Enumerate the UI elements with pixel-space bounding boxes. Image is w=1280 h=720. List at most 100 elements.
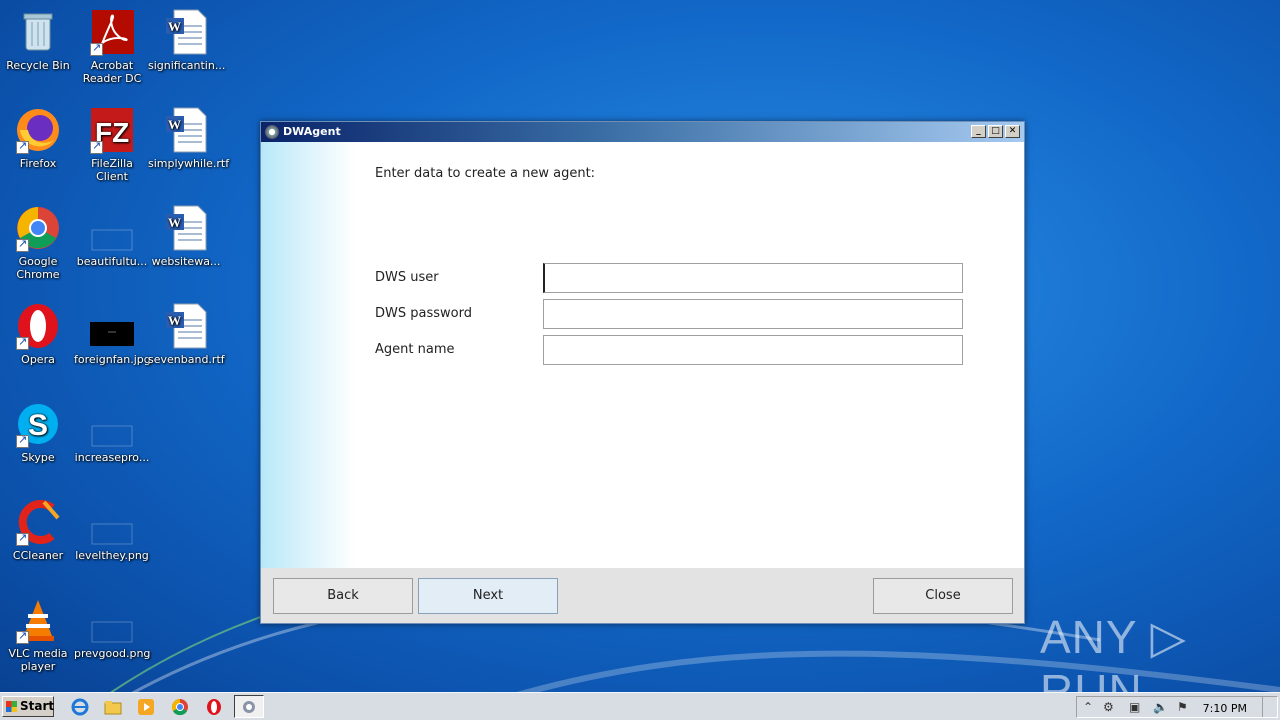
action-center-flag-icon[interactable]: ⚑ [1177,700,1188,714]
chrome-icon [14,204,62,252]
desktop-icon-foreignfan[interactable]: foreignfan.jpg [74,302,151,366]
desktop-icon-label: FileZilla Client [91,157,133,183]
svg-text:S: S [28,409,48,442]
desktop-icon-chrome[interactable]: Google Chrome [0,204,76,281]
skype-icon: S [14,400,62,448]
agent-name-label: Agent name [375,342,455,357]
word-document-icon: W [162,302,210,350]
desktop-icon-label: sevenband.rtf [148,353,225,366]
dws-user-input[interactable] [543,263,963,293]
image-file-icon [88,302,136,350]
desktop-icon-acrobat[interactable]: Acrobat Reader DC [74,8,150,85]
desktop-icon-vlc[interactable]: VLC media player [0,596,76,673]
taskbar-clock[interactable]: 7:10 PM [1203,702,1247,715]
desktop-icon-simplywhile[interactable]: W simplywhile.rtf [148,106,230,170]
desktop-icon-beautifultu[interactable]: beautifultu... [74,204,150,268]
ccleaner-icon [14,498,62,546]
start-button[interactable]: Start [2,696,54,717]
shortcut-arrow-icon [16,531,29,546]
taskbar-ie-icon[interactable] [70,697,90,717]
desktop-icon-label: simplywhile.rtf [148,157,230,170]
desktop-icon-sevenband[interactable]: W sevenband.rtf [148,302,225,366]
page-heading: Enter data to create a new agent: [375,166,596,181]
image-file-icon [88,204,136,252]
tray-gear-icon[interactable]: ⚙ [1103,700,1114,714]
taskbar-media-player-icon[interactable] [136,697,156,717]
shortcut-arrow-icon [16,237,29,252]
desktop-icon-prevgood[interactable]: prevgood.png [74,596,150,660]
show-hidden-icons-icon[interactable]: ⌃ [1083,700,1093,714]
firefox-icon [14,106,62,154]
desktop-icon-increasepro[interactable]: increasepro... [74,400,150,464]
shortcut-arrow-icon [16,335,29,350]
dwagent-gear-icon [265,125,279,139]
desktop-icon-filezilla[interactable]: FZ FileZilla Client [74,106,150,183]
desktop-icon-label: Skype [21,451,55,464]
close-button[interactable]: Close [873,578,1013,614]
window-titlebar[interactable]: DWAgent _ □ ✕ [261,122,1024,142]
show-desktop-button[interactable] [1262,697,1277,717]
desktop-icon-skype[interactable]: S Skype [0,400,76,464]
filezilla-icon: FZ [88,106,136,154]
taskbar-dwagent-button[interactable] [234,695,264,718]
svg-text:W: W [168,117,181,132]
desktop-icon-label: increasepro... [74,451,150,464]
button-bar: Back Next Close [261,568,1024,623]
close-window-button[interactable]: ✕ [1005,125,1020,138]
desktop-icon-label: Recycle Bin [6,59,70,72]
agent-name-input[interactable] [543,335,963,365]
desktop-icon-websitewa[interactable]: W websitewa... [148,204,224,268]
desktop-icon-label: VLC media player [8,647,68,673]
word-document-icon: W [162,204,210,252]
desktop-icon-label: CCleaner [12,549,64,562]
start-label: Start [20,699,55,713]
desktop-icon-opera[interactable]: Opera [0,302,76,366]
desktop-icon-significantin[interactable]: W significantin... [148,8,226,72]
taskbar-opera-icon[interactable] [204,697,224,717]
volume-icon[interactable]: 🔈 [1153,700,1168,714]
dws-password-input[interactable] [543,299,963,329]
taskbar: Start ⌃ ⚙ ▣ 🔈 ⚑ 7:10 PM [0,692,1280,720]
word-document-icon: W [162,106,210,154]
taskbar-chrome-icon[interactable] [170,697,190,717]
dwagent-window: DWAgent _ □ ✕ Enter data to create a new… [260,121,1025,624]
desktop-icon-label: prevgood.png [74,647,151,660]
image-file-icon [88,400,136,448]
desktop-icon-label: beautifultu... [76,255,148,268]
desktop-icon-label: Google Chrome [16,255,60,281]
desktop-icon-label: foreignfan.jpg [74,353,151,366]
next-button[interactable]: Next [418,578,558,614]
image-file-icon [88,498,136,546]
word-document-icon: W [162,8,210,56]
dwagent-gear-icon [241,699,257,719]
maximize-button[interactable]: □ [988,125,1003,138]
dws-user-label: DWS user [375,270,439,285]
shortcut-arrow-icon [90,139,103,154]
desktop-icon-recycle-bin[interactable]: Recycle Bin [0,8,76,72]
desktop-icon-label: Opera [21,353,55,366]
desktop-icon-label: Firefox [19,157,57,170]
vlc-icon [14,596,62,644]
taskbar-explorer-icon[interactable] [103,697,123,717]
image-file-icon [88,596,136,644]
network-icon[interactable]: ▣ [1129,700,1140,714]
svg-text:W: W [168,19,181,34]
windows-logo-icon [6,701,17,712]
svg-text:W: W [168,313,181,328]
recycle-bin-icon [14,8,62,56]
shortcut-arrow-icon [16,433,29,448]
shortcut-arrow-icon [16,629,29,644]
desktop-icon-ccleaner[interactable]: CCleaner [0,498,76,562]
minimize-button[interactable]: _ [971,125,986,138]
window-title: DWAgent [283,125,341,138]
acrobat-icon [88,8,136,56]
desktop-icon-label: levelthey.png [75,549,149,562]
desktop-icon-levelthey[interactable]: levelthey.png [74,498,150,562]
desktop-icon-label: significantin... [148,59,226,72]
desktop-icon-firefox[interactable]: Firefox [0,106,76,170]
opera-icon [14,302,62,350]
window-content: Enter data to create a new agent: DWS us… [261,142,1024,568]
system-tray: ⌃ ⚙ ▣ 🔈 ⚑ 7:10 PM [1076,696,1278,718]
shortcut-arrow-icon [90,41,103,56]
back-button[interactable]: Back [273,578,413,614]
